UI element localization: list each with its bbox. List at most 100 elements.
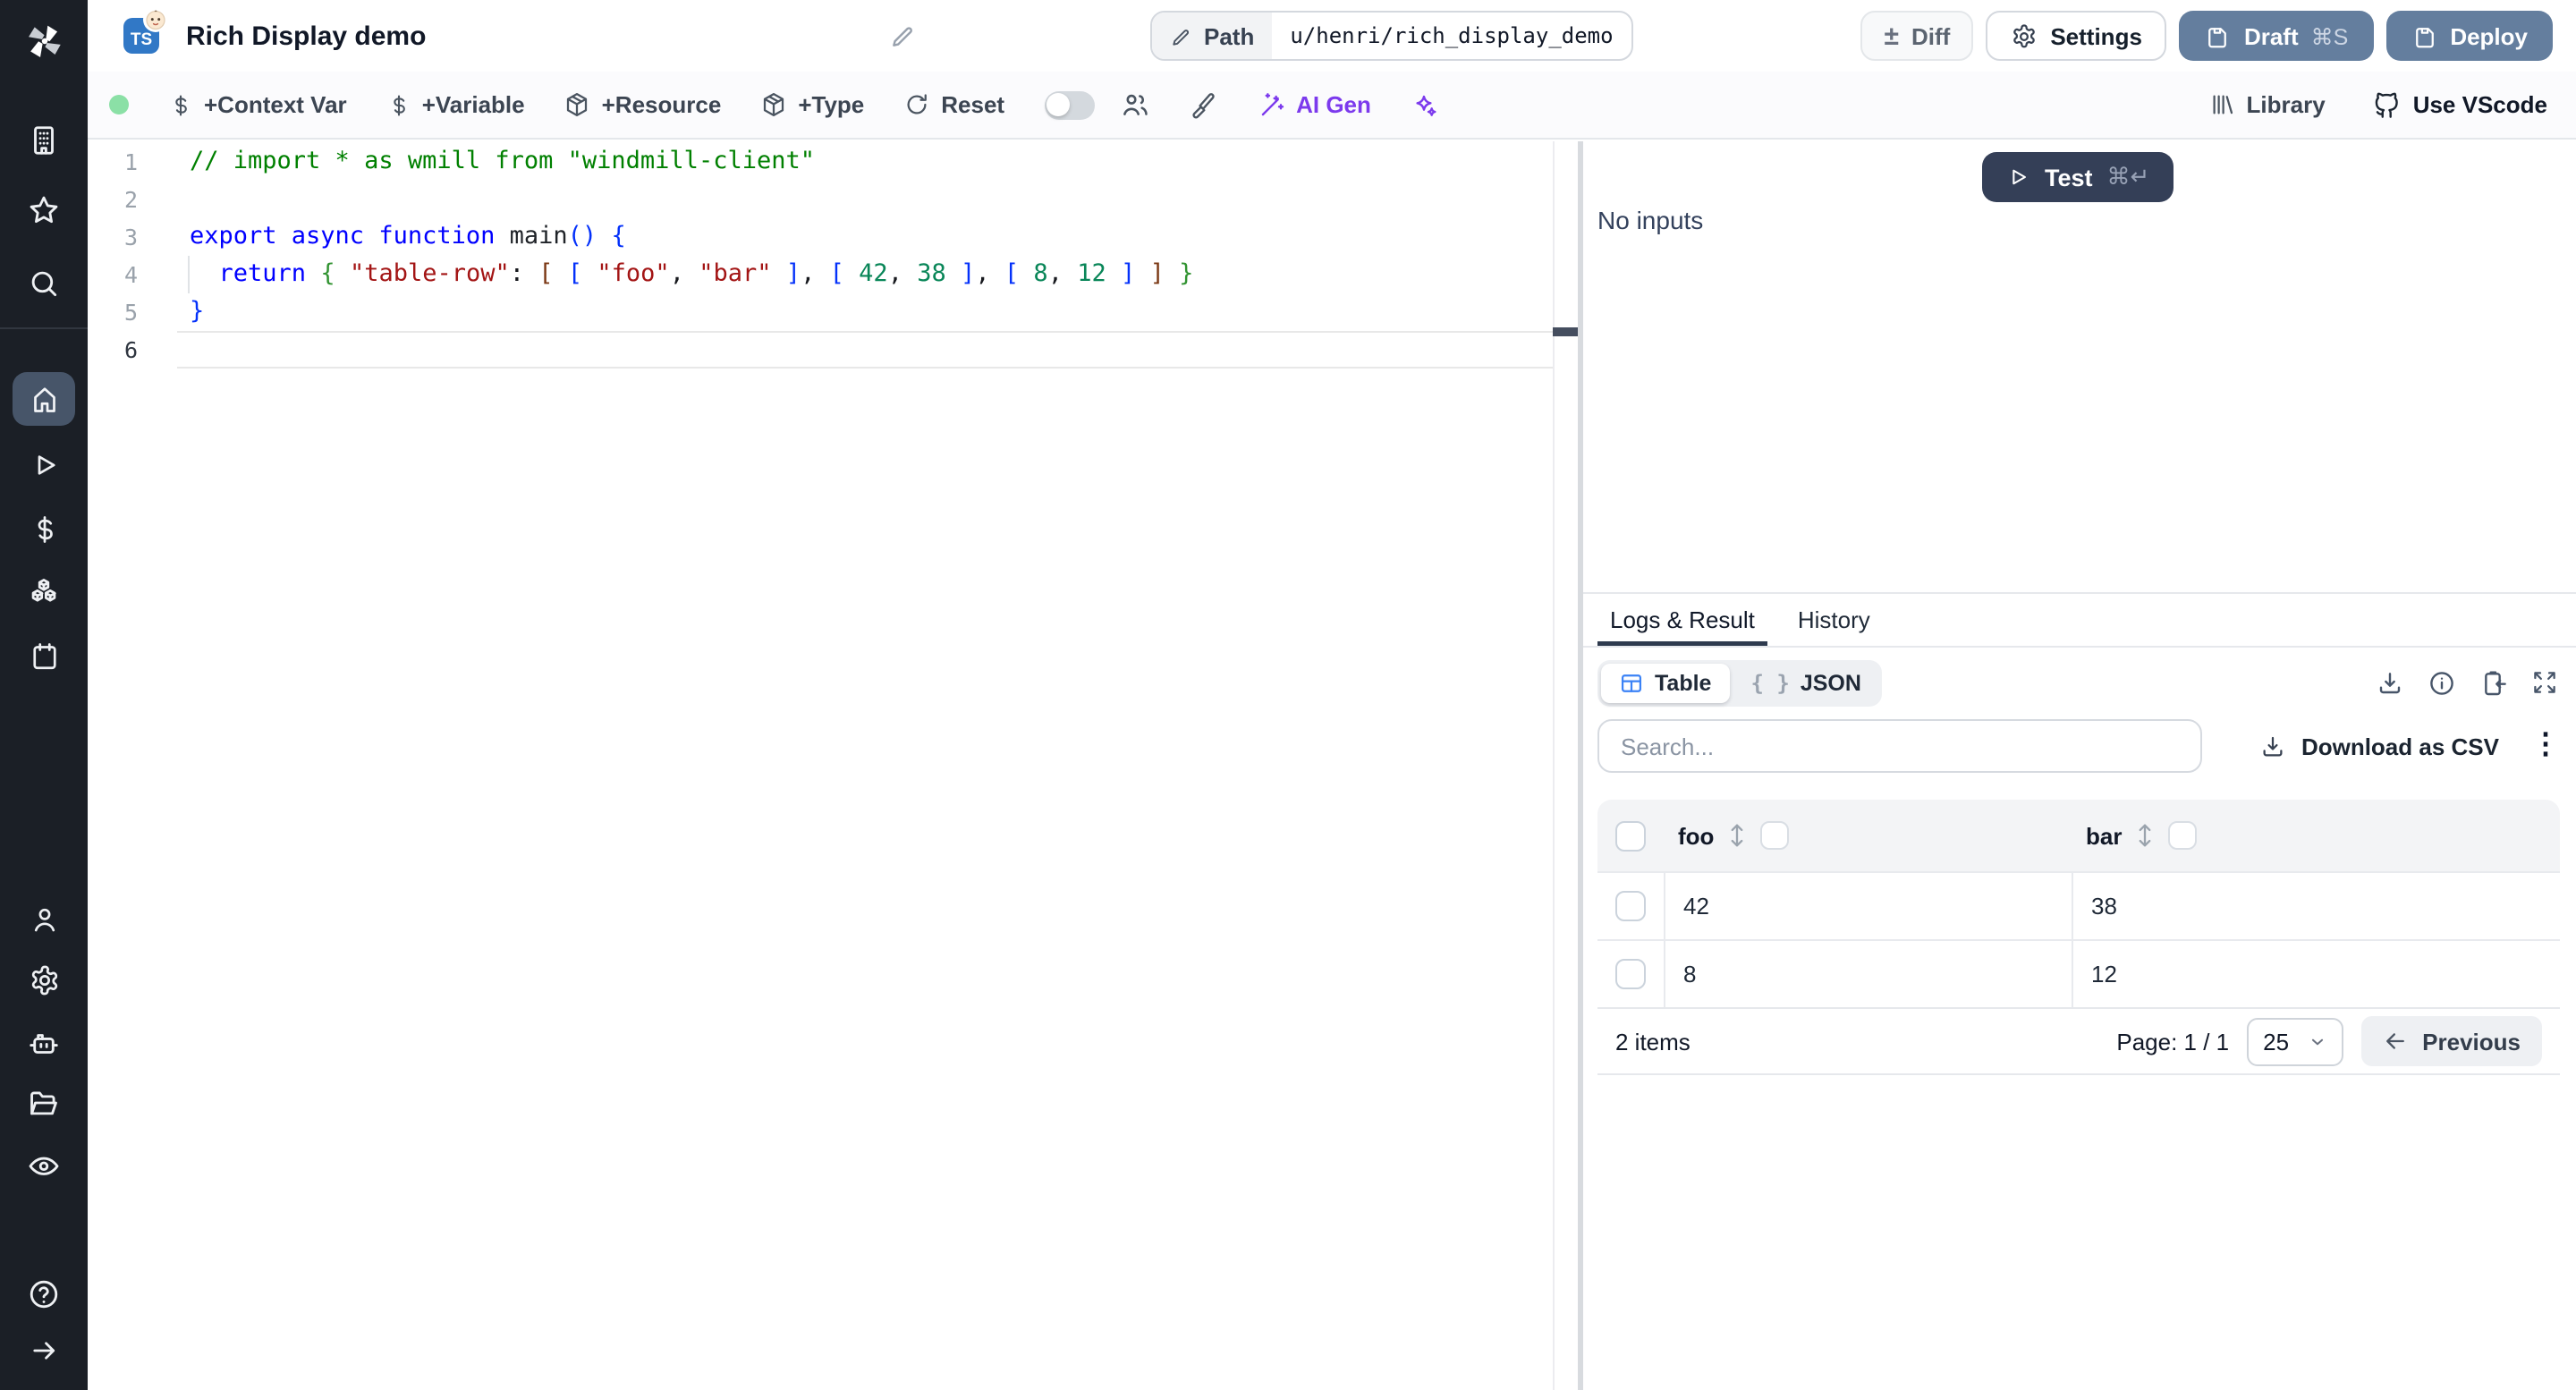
magic-wand-icon [1260, 92, 1284, 115]
edit-title-pencil-icon[interactable] [889, 21, 918, 50]
code-editor[interactable]: 1 // import * as wmill from "windmill-cli… [88, 141, 1578, 1390]
more-options-kebab-icon[interactable]: ⋮ [2531, 731, 2560, 760]
sparkles-icon[interactable] [1411, 90, 1439, 119]
path-edit-button[interactable]: Path [1152, 13, 1273, 59]
use-vscode-button[interactable]: Use VScode [2372, 90, 2547, 119]
table-icon [1621, 674, 1642, 692]
save-icon [2415, 27, 2434, 47]
select-all-checkbox[interactable] [1615, 820, 1646, 851]
add-resource-button[interactable]: +Resource [564, 91, 721, 118]
diff-mode-toggle[interactable] [1044, 90, 1095, 119]
diff-button[interactable]: ± Diff [1860, 11, 1974, 61]
status-dot [109, 95, 129, 114]
sort-icon[interactable] [2136, 823, 2154, 848]
view-table-button[interactable]: Table [1601, 664, 1730, 703]
row-checkbox[interactable] [1615, 891, 1646, 921]
refresh-icon [907, 94, 928, 114]
sidebar-item-workers-bot-icon[interactable] [0, 1027, 88, 1061]
column-toggle-checkbox[interactable] [1760, 821, 1790, 850]
help-icon[interactable] [0, 1277, 88, 1311]
topbar: TS Rich Display demo Path u/henri/rich_d… [88, 0, 2576, 72]
code-line[interactable] [190, 331, 1542, 369]
sidebar-divider [0, 327, 88, 329]
line-number[interactable]: 3 [88, 218, 138, 256]
table-row: 42 38 [1597, 871, 2560, 939]
settings-button[interactable]: Settings [1986, 11, 2167, 61]
row-checkbox-cell [1597, 873, 1664, 939]
tab-history[interactable]: History [1785, 594, 1883, 646]
line-number[interactable]: 1 [88, 143, 138, 181]
code-line[interactable]: export async function main() { [190, 218, 1542, 256]
clipboard-copy-icon[interactable] [2479, 669, 2508, 698]
download-csv-button[interactable]: Download as CSV [2260, 733, 2499, 759]
sidebar-item-variables-dollar-icon[interactable] [0, 513, 88, 546]
ai-gen-button[interactable]: AI Gen [1257, 90, 1371, 119]
sidebar-item-runs-play-icon[interactable] [0, 449, 88, 481]
favorites-star-icon[interactable] [0, 193, 88, 227]
test-button[interactable]: Test ⌘↵ [1982, 152, 2174, 202]
sort-icon[interactable] [1728, 823, 1746, 848]
code-line[interactable]: // import * as wmill from "windmill-clie… [190, 143, 1542, 181]
line-number[interactable]: 4 [88, 256, 138, 293]
collaboration-users-icon[interactable] [1119, 89, 1149, 120]
view-json-button[interactable]: { } JSON [1733, 664, 1878, 703]
line-number[interactable]: 2 [88, 181, 138, 218]
search-icon[interactable] [0, 267, 88, 301]
add-variable-button[interactable]: +Variable [386, 91, 525, 118]
column-header-bar[interactable]: bar [2072, 821, 2560, 850]
add-context-var-button[interactable]: +Context Var [168, 91, 347, 118]
code-line[interactable] [190, 181, 1542, 218]
items-count: 2 items [1615, 1028, 1690, 1055]
reset-button[interactable]: Reset [903, 91, 1004, 118]
package-icon [764, 93, 784, 116]
page-indicator: Page: 1 / 1 [2116, 1028, 2230, 1055]
table-footer: 2 items Page: 1 / 1 25 Previous [1597, 1007, 2560, 1075]
result-table: foo bar 42 38 8 12 2 items Page: 1 / 1 25 [1597, 800, 2560, 1075]
line-number[interactable]: 6 [88, 331, 138, 369]
result-actions [2376, 669, 2558, 698]
library-button[interactable]: Library [2209, 91, 2326, 118]
chevron-down-icon [2312, 1038, 2324, 1045]
table-row: 8 12 [1597, 939, 2560, 1007]
workspace-building-icon[interactable] [0, 123, 88, 157]
windmill-logo[interactable] [0, 18, 88, 64]
view-toggle: Table { } JSON [1597, 660, 1883, 707]
tab-logs-result[interactable]: Logs & Result [1597, 594, 1767, 646]
path-control[interactable]: Path u/henri/rich_display_demo [1150, 11, 1633, 61]
save-icon [2209, 27, 2227, 47]
table-cell: 38 [2072, 873, 2560, 939]
code-line[interactable]: return { "table-row": [ [ "foo", "bar" ]… [190, 256, 1542, 293]
table-controls: Download as CSV ⋮ [1597, 719, 2560, 773]
search-input[interactable] [1597, 719, 2202, 773]
github-icon [2375, 91, 2398, 117]
sidebar-item-resources-boxes-icon[interactable] [0, 576, 88, 610]
path-label: Path [1204, 22, 1255, 49]
no-inputs-label: No inputs [1597, 206, 1704, 234]
line-number[interactable]: 5 [88, 293, 138, 331]
deploy-button[interactable]: Deploy [2385, 11, 2553, 61]
sidebar-item-audit-eye-icon[interactable] [0, 1148, 88, 1182]
sidebar-item-home[interactable] [13, 372, 75, 426]
sidebar-item-users-user-icon[interactable] [0, 903, 88, 936]
draft-button[interactable]: Draft ⌘S [2179, 11, 2374, 61]
page-size-select[interactable]: 25 [2247, 1017, 2344, 1065]
library-icon [2213, 95, 2233, 114]
column-header-foo[interactable]: foo [1664, 821, 2072, 850]
row-checkbox-cell [1597, 941, 1664, 1007]
format-brush-icon[interactable] [1189, 90, 1217, 119]
row-checkbox[interactable] [1615, 959, 1646, 989]
sidebar-item-schedules-calendar-icon[interactable] [0, 640, 88, 673]
sidebar-item-settings-gear-icon[interactable] [0, 964, 88, 996]
expand-sidebar-arrow-icon[interactable] [0, 1335, 88, 1367]
play-icon [2012, 169, 2026, 185]
previous-page-button[interactable]: Previous [2361, 1016, 2542, 1066]
sidebar-item-folders-folder-open-icon[interactable] [0, 1086, 88, 1120]
typescript-language-icon: TS [123, 7, 168, 54]
info-icon[interactable] [2428, 669, 2456, 698]
expand-icon[interactable] [2531, 669, 2558, 696]
column-toggle-checkbox[interactable] [2168, 821, 2198, 850]
code-line[interactable]: } [190, 293, 1542, 331]
windmill-script-editor: TS Rich Display demo Path u/henri/rich_d… [0, 0, 2576, 1390]
download-icon[interactable] [2376, 669, 2404, 698]
add-type-button[interactable]: +Type [760, 91, 864, 118]
